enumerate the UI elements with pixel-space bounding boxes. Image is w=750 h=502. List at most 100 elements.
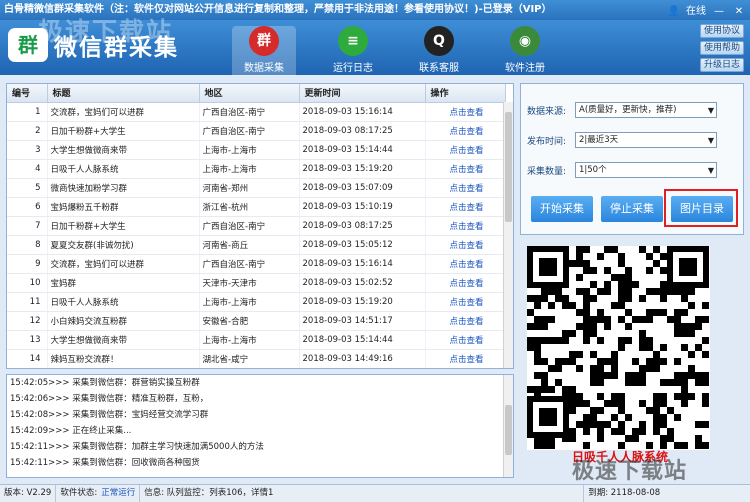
row-region: 湖北省-咸宁 [199,349,300,368]
view-link[interactable]: 点击查看 [425,330,506,350]
table-row[interactable]: 4 日吸千人人脉系统 上海市-上海市 2018-09-03 15:19:20 点击查看 [7,159,506,179]
tab-label: 软件注册 [505,63,545,74]
row-time: 2018-09-03 08:17:25 [299,216,426,236]
log-line: 15:42:08>>> 采集到微信群：宝妈经营交流学习群 [10,410,209,420]
view-link[interactable]: 点击查看 [425,197,506,217]
header: 群 微信群采集 极速下载站 群 数据采集 ≡ 运行日志 Q 联系客服 ◉ 软件注… [0,17,750,76]
col-header-id[interactable]: 编号 [7,84,48,103]
table-row[interactable]: 11 日吸千人人脉系统 上海市-上海市 2018-09-03 15:19:20 点击查看 [7,292,506,312]
row-title: 微商快速加粉学习群 [47,178,200,198]
view-link[interactable]: 点击查看 [425,121,506,141]
table-scrollbar[interactable] [503,102,513,368]
table-row[interactable]: 5 微商快速加粉学习群 河南省-郑州 2018-09-03 15:07:09 点击查看 [7,178,506,198]
col-header-action[interactable]: 操作 [425,84,506,103]
view-link[interactable]: 点击查看 [425,159,506,179]
row-region: 河南省-商丘 [199,235,300,255]
count-row: 采集数量: 1|50个 ▼ [527,162,717,178]
online-icon: 👤 [667,6,680,17]
row-title: 大学生想做微商来带 [47,330,200,350]
table-row[interactable]: 2 日加千粉群+大学生 广西自治区-南宁 2018-09-03 08:17:25 点击查… [7,121,506,141]
row-title: 日吸千人人脉系统 [47,159,200,179]
app-window: 白骨精微信群采集软件（注：软件仅对网站公开信息进行复制和整理，严禁用于非法用途！… [0,0,750,502]
tab-register[interactable]: ◉ 软件注册 [493,26,557,76]
view-link[interactable]: 点击查看 [425,102,506,122]
col-header-region[interactable]: 地区 [199,84,300,103]
row-id: 8 [7,235,48,255]
table-row[interactable]: 1 交流群，宝妈们可以进群 广西自治区-南宁 2018-09-03 15:16:14 点… [7,102,506,122]
view-link[interactable]: 点击查看 [425,311,506,331]
col-header-title[interactable]: 标题 [47,84,200,103]
row-region: 广西自治区-南宁 [199,102,300,122]
info-text: 信息: 队列监控：列表106，详情1 [144,485,585,502]
view-link[interactable]: 点击查看 [425,254,506,274]
scroll-thumb[interactable] [505,112,512,222]
row-time: 2018-09-03 15:10:19 [299,197,426,217]
log-list: 15:42:05>>> 采集到微信群：群营销实操互粉群 15:42:06>>> 采… [7,375,513,471]
row-title: 交流群，宝妈们可以进群 [47,254,200,274]
qr-code-icon [527,246,709,449]
minimize-button[interactable]: — [712,5,726,19]
row-id: 10 [7,273,48,293]
log-scrollbar[interactable] [503,375,513,477]
watermark: 极速下载站 [38,17,174,46]
row-region: 上海市-上海市 [199,159,300,179]
log-line: 15:42:11>>> 采集到微信群：回收微商各种囤货 [10,458,200,468]
table-row[interactable]: 10 宝妈群 天津市-天津市 2018-09-03 15:02:52 点击查看 [7,273,506,293]
version-text: 版本: V2.29 [4,485,57,502]
row-region: 河南省-郑州 [199,178,300,198]
row-title: 宝妈爆粉五千粉群 [47,197,200,217]
row-time: 2018-09-03 14:51:17 [299,311,426,331]
row-region: 上海市-上海市 [199,292,300,312]
table-row[interactable]: 8 夏夏交友群(非诚勿扰) 河南省-商丘 2018-09-03 15:05:12 点击查… [7,235,506,255]
tab-label: 运行日志 [333,63,373,74]
time-select[interactable]: 2|最近3天 ▼ [575,132,717,148]
view-link[interactable]: 点击查看 [425,216,506,236]
row-title: 宝妈群 [47,273,200,293]
watermark-bottom: 极速下载站 [572,459,688,484]
table-row[interactable]: 9 交流群，宝妈们可以进群 广西自治区-南宁 2018-09-03 15:16:14 点… [7,254,506,274]
row-title: 辣妈互粉交流群！ [47,349,200,368]
count-value: 1|50个 [579,165,607,175]
row-time: 2018-09-03 15:07:09 [299,178,426,198]
col-header-time[interactable]: 更新时间 [299,84,426,103]
tab-contact[interactable]: Q 联系客服 [407,26,471,76]
tab-run-log[interactable]: ≡ 运行日志 [321,26,385,76]
qq-icon: Q [424,26,454,56]
table-row[interactable]: 6 宝妈爆粉五千粉群 浙江省-杭州 2018-09-03 15:10:19 点击查看 [7,197,506,217]
close-button[interactable]: ✕ [732,5,746,19]
view-link[interactable]: 点击查看 [425,349,506,368]
start-button[interactable]: 开始采集 [531,196,593,222]
row-id: 1 [7,102,48,122]
agreement-button[interactable]: 使用协议 [700,24,744,38]
row-id: 7 [7,216,48,236]
row-title: 夏夏交友群(非诚勿扰) [47,235,200,255]
changelog-button[interactable]: 升级日志 [700,58,744,72]
view-link[interactable]: 点击查看 [425,273,506,293]
row-title: 交流群，宝妈们可以进群 [47,102,200,122]
row-id: 2 [7,121,48,141]
side-buttons: 使用协议 使用帮助 升级日志 [700,24,744,72]
row-id: 13 [7,330,48,350]
time-value: 2|最近3天 [579,135,619,145]
table-row[interactable]: 14 辣妈互粉交流群！ 湖北省-咸宁 2018-09-03 14:49:16 点击查看 [7,349,506,368]
scroll-thumb[interactable] [505,405,512,455]
count-select[interactable]: 1|50个 ▼ [575,162,717,178]
row-id: 14 [7,349,48,368]
state-value: 正常运行 [101,485,141,502]
view-link[interactable]: 点击查看 [425,292,506,312]
table-row[interactable]: 3 大学生想做微商来带 上海市-上海市 2018-09-03 15:14:44 点击查看 [7,140,506,160]
table-row[interactable]: 7 日加千粉群+大学生 广西自治区-南宁 2018-09-03 08:17:25 点击查… [7,216,506,236]
view-link[interactable]: 点击查看 [425,235,506,255]
tab-data-collect[interactable]: 群 数据采集 [232,26,296,76]
table-row[interactable]: 12 小白辣妈交流互粉群 安徽省-合肥 2018-09-03 14:51:17 点击查看 [7,311,506,331]
view-link[interactable]: 点击查看 [425,140,506,160]
row-title: 日加千粉群+大学生 [47,216,200,236]
stop-button[interactable]: 停止采集 [601,196,663,222]
source-select[interactable]: A(质量好，更新快，推荐) ▼ [575,102,717,118]
view-link[interactable]: 点击查看 [425,178,506,198]
help-button[interactable]: 使用帮助 [700,41,744,55]
row-id: 12 [7,311,48,331]
qr-code [527,246,710,450]
row-id: 11 [7,292,48,312]
table-row[interactable]: 13 大学生想做微商来带 上海市-上海市 2018-09-03 15:14:44 点击查… [7,330,506,350]
